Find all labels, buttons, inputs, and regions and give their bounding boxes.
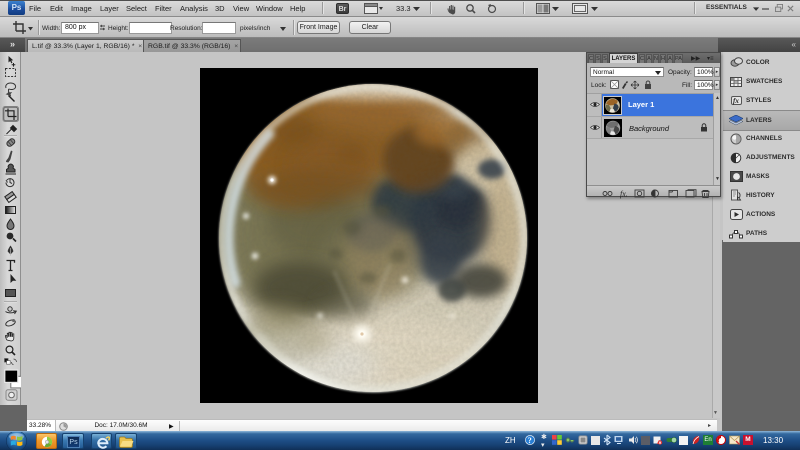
svg-text:fx: fx	[733, 97, 739, 105]
svg-text:fx.: fx.	[620, 190, 628, 199]
svg-text:?: ?	[528, 436, 532, 445]
